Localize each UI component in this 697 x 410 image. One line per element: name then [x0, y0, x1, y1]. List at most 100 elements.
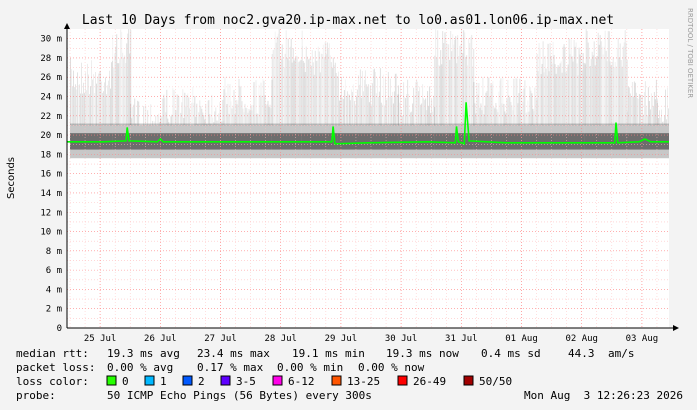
y-tick-label: 4 m — [46, 285, 62, 295]
smoke-column — [627, 86, 629, 126]
median-rtt-ams-unit: am/s — [608, 347, 635, 360]
x-tick-labels: 25 Jul 26 Jul 27 Jul 28 Jul 29 Jul 30 Jul 31 J… — [84, 334, 658, 344]
smoke-column — [561, 72, 563, 126]
smoke-column — [619, 43, 621, 126]
smoke-column — [528, 111, 530, 126]
smoke-column — [575, 42, 577, 126]
smoke-column — [636, 97, 638, 126]
smoke-column — [374, 71, 376, 126]
smoke-column — [558, 66, 560, 126]
smoke-column — [501, 103, 503, 126]
smoke-column — [423, 98, 425, 126]
smoke-column — [652, 105, 654, 126]
smoke-column — [359, 69, 361, 126]
smoke-column — [489, 96, 491, 126]
smoke-column — [564, 47, 566, 126]
smoke-column — [469, 43, 471, 126]
smoke-column — [622, 46, 624, 126]
smoke-column — [186, 95, 188, 126]
smoke-column — [502, 77, 504, 126]
smoke-column — [278, 29, 280, 126]
smoke-column — [431, 99, 433, 126]
smoke-column — [394, 73, 396, 126]
smoke-band-inner — [536, 133, 585, 150]
smoke-column — [578, 47, 580, 126]
smoke-column — [428, 105, 430, 126]
smoke-column — [125, 63, 127, 126]
smoke-column — [376, 78, 378, 126]
packet-loss-avg: 0.00 % avg — [107, 361, 173, 374]
smoke-band-inner — [584, 133, 627, 150]
smoke-column — [214, 111, 216, 126]
smoke-column — [305, 46, 307, 126]
smoke-column — [468, 38, 470, 126]
smoke-column — [262, 79, 264, 126]
smoke-column — [390, 97, 392, 126]
smoke-column — [348, 94, 350, 126]
smoke-column — [669, 87, 670, 125]
smoke-column — [271, 54, 273, 126]
smoke-column — [362, 91, 364, 126]
smoke-column — [487, 77, 489, 126]
x-tick-label: 03 Aug — [626, 334, 659, 344]
smoke-column — [593, 41, 595, 126]
smoke-column — [89, 94, 90, 126]
smoke-column — [444, 32, 446, 126]
smoke-column — [184, 92, 186, 126]
smoke-column — [579, 54, 581, 126]
smoke-column — [223, 89, 225, 126]
smoke-column — [407, 79, 409, 126]
y-tick-label: 20 m — [40, 131, 62, 141]
smoke-column — [226, 104, 228, 126]
smoke-column — [635, 92, 637, 126]
smoke-column — [509, 97, 511, 126]
chart-title: Last 10 Days from noc2.gva20.ip-max.net … — [82, 13, 614, 28]
smoke-column — [519, 78, 521, 126]
smoke-column — [628, 87, 630, 126]
smoke-column — [517, 103, 519, 126]
smoke-column — [384, 78, 386, 126]
smoke-column — [580, 49, 582, 126]
smoke-column — [592, 55, 594, 126]
y-tick-label: 26 m — [40, 73, 62, 83]
smoke-column — [270, 108, 272, 126]
smoke-column — [615, 66, 617, 126]
smoke-column — [227, 83, 229, 126]
smoke-column — [644, 81, 646, 126]
smoke-column — [220, 109, 222, 126]
smoke-column — [572, 61, 574, 126]
smoke-column — [654, 99, 656, 126]
smoke-column — [345, 95, 347, 126]
smoke-column — [513, 78, 515, 126]
smoke-column — [617, 37, 619, 126]
smoke-column — [321, 54, 323, 126]
smoke-column — [554, 64, 556, 126]
smoke-column — [497, 112, 499, 126]
smoke-column — [258, 84, 260, 126]
smoke-column — [586, 30, 588, 126]
smoke-column — [448, 44, 450, 126]
smoke-column — [342, 98, 344, 126]
smoke-column — [71, 69, 72, 126]
smoke-band-inner — [337, 133, 399, 150]
rrdtool-watermark: RRDTOOL / TOBI OETIKER — [686, 8, 694, 98]
smoke-column — [508, 95, 510, 126]
y-tick-labels: 0 2 m 4 m 6 m 8 m 10 m 12 m 14 m 16 m 18 m 20 m 22 … — [40, 35, 62, 334]
smoke-column — [162, 98, 164, 126]
smoke-column — [307, 59, 309, 126]
smoke-band-inner — [434, 133, 474, 150]
smoke-column — [661, 109, 662, 126]
smoke-column — [358, 84, 360, 126]
smoke-column — [289, 46, 291, 126]
smoke-column — [189, 108, 191, 126]
smoke-column — [320, 53, 322, 126]
smoke-column — [87, 63, 88, 126]
smoke-column — [274, 31, 276, 126]
smoke-column — [127, 33, 129, 126]
smoke-column — [299, 60, 301, 126]
smoke-column — [387, 72, 389, 126]
smoke-column — [434, 55, 436, 126]
smoke-column — [562, 46, 564, 126]
packet-loss-now: 0.00 % now — [358, 361, 425, 374]
x-tick-label: 01 Aug — [505, 334, 538, 344]
